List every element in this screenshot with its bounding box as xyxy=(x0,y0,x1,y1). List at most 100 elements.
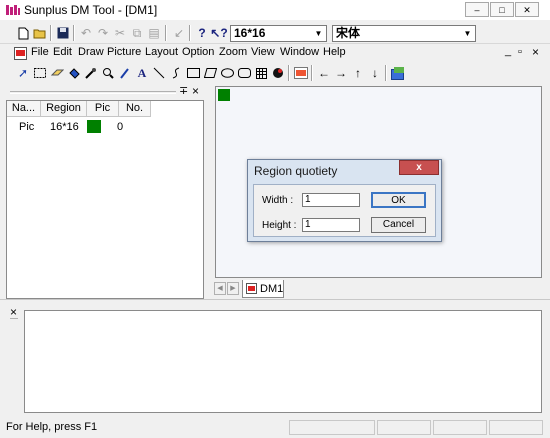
status-text: For Help, press F1 xyxy=(6,421,98,433)
font-size-value: 16*16 xyxy=(234,26,266,40)
canvas-pixel[interactable] xyxy=(218,89,230,101)
font-size-select[interactable]: 16*16 ▼ xyxy=(230,25,327,42)
arrow-left-icon[interactable]: ← xyxy=(315,64,333,82)
height-label: Height : xyxy=(262,220,297,231)
menu-view[interactable]: View xyxy=(251,46,275,58)
panel-close-button[interactable]: × xyxy=(192,84,199,98)
line-tool-icon[interactable] xyxy=(150,64,168,82)
menu-window[interactable]: Window xyxy=(280,46,319,58)
document-tab-bar: ◀ ▶ DM1 xyxy=(212,280,550,298)
row-name: Pic xyxy=(19,121,35,133)
export-image-icon[interactable] xyxy=(389,64,407,82)
context-help-icon[interactable]: ↖? xyxy=(210,24,228,42)
width-label: Width : xyxy=(262,195,294,206)
eyedropper-icon[interactable] xyxy=(82,64,100,82)
status-pane-2 xyxy=(377,420,431,435)
column-header-pic[interactable]: Pic xyxy=(87,101,119,117)
ellipse-tool-icon[interactable] xyxy=(218,64,236,82)
curve-tool-icon[interactable] xyxy=(167,64,185,82)
menu-file[interactable]: File xyxy=(31,46,49,58)
menu-picture[interactable]: Picture xyxy=(107,46,141,58)
rectangle-tool-icon[interactable] xyxy=(184,64,202,82)
ok-button[interactable]: OK xyxy=(371,192,426,208)
minimize-button[interactable]: – xyxy=(465,2,489,17)
menu-help[interactable]: Help xyxy=(323,46,346,58)
panel-header-strip: ∓ × xyxy=(6,84,204,98)
region-quotiety-dialog: Region quotiety x Width : 1 Height : 1 O… xyxy=(247,159,442,242)
select-arrow-icon[interactable]: ➚ xyxy=(14,64,32,82)
chevron-down-icon[interactable]: ▼ xyxy=(312,27,325,40)
mdi-restore-button[interactable]: ▫ xyxy=(518,46,522,58)
width-input[interactable]: 1 xyxy=(302,193,360,207)
parallelogram-tool-icon[interactable] xyxy=(201,64,219,82)
height-input[interactable]: 1 xyxy=(302,218,360,232)
document-icon xyxy=(14,47,27,60)
font-name-select[interactable]: 宋体 ▼ xyxy=(332,25,476,42)
text-tool-icon[interactable]: A xyxy=(133,64,151,82)
menu-option[interactable]: Option xyxy=(182,46,214,58)
menu-edit[interactable]: Edit xyxy=(53,46,72,58)
dialog-close-button[interactable]: x xyxy=(399,160,439,175)
vertical-splitter[interactable] xyxy=(206,86,213,299)
standard-toolbar: ↶ ↷ ✂ ⧉ ▤ ↙ ? ↖? 16*16 ▼ 宋体 ▼ xyxy=(0,22,550,44)
arrow-right-icon[interactable]: → xyxy=(332,64,350,82)
bottom-panel-grip[interactable] xyxy=(10,318,18,320)
menu-zoom[interactable]: Zoom xyxy=(219,46,247,58)
panel-pin-button[interactable]: ∓ xyxy=(179,84,188,97)
table-row[interactable]: Pic 16*16 0 xyxy=(7,118,203,134)
window-title: Sunplus DM Tool - [DM1] xyxy=(24,3,158,17)
undo-icon[interactable]: ↶ xyxy=(77,24,95,42)
rounded-rect-tool-icon[interactable] xyxy=(235,64,253,82)
status-pane-4 xyxy=(489,420,543,435)
marquee-select-icon[interactable] xyxy=(31,64,49,82)
row-number: 0 xyxy=(117,121,124,133)
chevron-down-icon[interactable]: ▼ xyxy=(461,27,474,40)
cancel-button[interactable]: Cancel xyxy=(371,217,426,233)
help-icon[interactable]: ? xyxy=(193,24,211,42)
redo-icon[interactable]: ↷ xyxy=(94,24,112,42)
arrow-down-icon[interactable]: ↓ xyxy=(366,64,384,82)
status-pane-3 xyxy=(433,420,487,435)
close-button[interactable]: ✕ xyxy=(515,2,539,17)
pic-color-swatch xyxy=(87,120,101,133)
column-header-region[interactable]: Region xyxy=(41,101,87,117)
column-header-name[interactable]: Na... xyxy=(7,101,41,117)
pointer-arrow-icon[interactable]: ↙ xyxy=(170,24,188,42)
arrow-up-icon[interactable]: ↑ xyxy=(349,64,367,82)
bottom-panel-close-button[interactable]: × xyxy=(10,305,17,319)
paste-icon[interactable]: ▤ xyxy=(145,24,163,42)
new-file-icon[interactable] xyxy=(14,24,32,42)
dm-doc-icon xyxy=(246,283,257,294)
title-bar: Sunplus DM Tool - [DM1] – □ ✕ xyxy=(0,0,550,20)
status-bar: For Help, press F1 xyxy=(0,418,550,438)
cut-icon[interactable]: ✂ xyxy=(111,24,129,42)
menu-layout[interactable]: Layout xyxy=(145,46,178,58)
magnifier-icon[interactable] xyxy=(99,64,117,82)
grip-bar[interactable] xyxy=(10,91,176,94)
column-header-no[interactable]: No. xyxy=(119,101,151,117)
horizontal-splitter[interactable] xyxy=(0,299,550,306)
eraser-icon[interactable] xyxy=(48,64,66,82)
picture-icon[interactable] xyxy=(292,64,310,82)
color-dot-icon[interactable] xyxy=(269,64,287,82)
font-name-value: 宋体 xyxy=(336,26,361,40)
tab-label: DM1 xyxy=(260,283,284,295)
tab-scroll-right-button[interactable]: ▶ xyxy=(227,282,239,295)
mdi-close-button[interactable]: × xyxy=(532,45,539,59)
tab-scroll-left-button[interactable]: ◀ xyxy=(214,282,226,295)
menu-draw[interactable]: Draw xyxy=(78,46,104,58)
output-panel[interactable] xyxy=(24,310,542,413)
fill-bucket-icon[interactable] xyxy=(65,64,83,82)
tab-dm1[interactable]: DM1 xyxy=(242,280,284,298)
open-folder-icon[interactable] xyxy=(31,24,49,42)
app-logo-icon xyxy=(6,5,20,15)
mdi-minimize-button[interactable]: _ xyxy=(505,45,511,57)
grid-icon[interactable] xyxy=(252,64,270,82)
maximize-button[interactable]: □ xyxy=(490,2,514,17)
pencil-icon[interactable] xyxy=(116,64,134,82)
copy-icon[interactable]: ⧉ xyxy=(128,24,146,42)
draw-toolbar: ➚ A ← → ↑ ↓ xyxy=(0,63,550,83)
region-list-panel: Na... Region Pic No. Pic 16*16 0 xyxy=(6,100,204,299)
save-icon[interactable] xyxy=(54,24,72,42)
dialog-body: Width : 1 Height : 1 OK Cancel xyxy=(253,184,436,237)
